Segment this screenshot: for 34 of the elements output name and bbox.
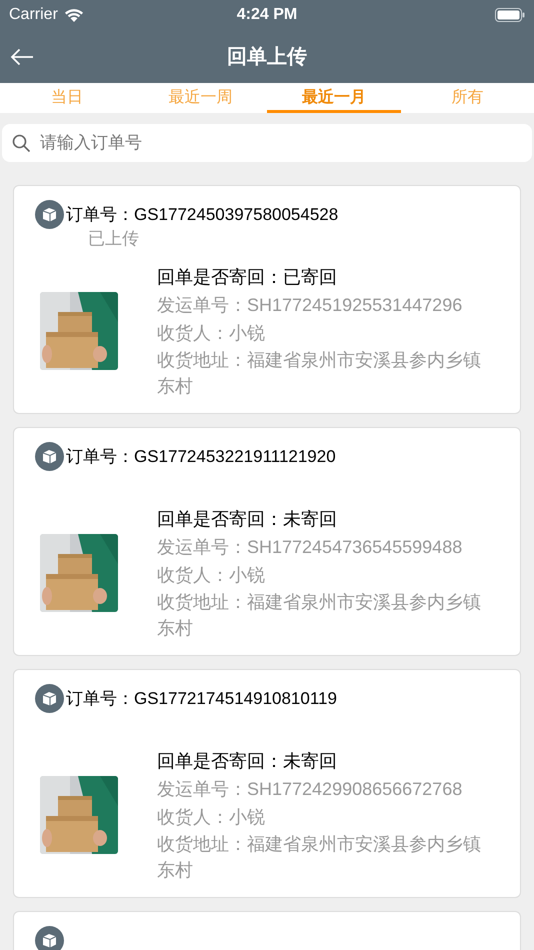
tab[interactable]: 所有 [400, 83, 534, 113]
carrier-label: Carrier [9, 5, 58, 25]
tab[interactable]: 最近一周 [134, 83, 267, 113]
tab[interactable]: 最近一月 [267, 83, 400, 113]
delivery-address: 收货地址：福建省泉州市安溪县参内乡镇东村 [157, 349, 482, 398]
consignee: 收货人：小锐 [157, 564, 266, 587]
search-field[interactable]: 请输入订单号 [2, 124, 532, 162]
box-icon [35, 200, 64, 229]
order-card[interactable]: 订单号：GS1772174514910810119 回单是否寄回：未寄回 发运单号：SH1772429908656672768 收货人：小锐 收货地址：福建省泉州市安溪县参内乡镇东村 [13, 669, 521, 898]
return-status: 回单是否寄回：未寄回 [157, 508, 338, 531]
tab[interactable]: 当日 [0, 83, 134, 113]
order-number: 订单号：GS1772450397580054528 [66, 204, 338, 226]
box-icon [35, 926, 64, 950]
return-status: 回单是否寄回：未寄回 [157, 750, 338, 773]
shipment-number: 发运单号：SH1772429908656672768 [157, 778, 464, 801]
search-icon [12, 134, 31, 153]
clock-time: 4:24 PM [236, 5, 298, 25]
upload-status: 已上传 [88, 229, 139, 249]
shipment-number: 发运单号：SH1772451925531447296 [157, 294, 464, 317]
order-card[interactable]: 订单号：GS1772450397580054528 已上传 回单是否寄回：已寄回 发运单号：SH1772451925531447296 收货人：小锐 收货地址：福建省泉州市安溪县参内乡镇东村 [13, 185, 521, 414]
box-icon [35, 442, 64, 471]
wifi-icon [64, 8, 84, 22]
consignee: 收货人：小锐 [157, 806, 266, 829]
page-title: 回单上传 [227, 44, 307, 70]
delivery-address: 收货地址：福建省泉州市安溪县参内乡镇东村 [157, 833, 482, 882]
delivery-address: 收货地址：福建省泉州市安溪县参内乡镇东村 [157, 591, 482, 640]
box-icon [35, 684, 64, 713]
return-status: 回单是否寄回：已寄回 [157, 266, 338, 289]
battery-icon [495, 8, 525, 22]
order-number: 订单号：GS1772174514910810119 [66, 688, 337, 710]
shipment-number: 发运单号：SH1772454736545599488 [157, 536, 464, 559]
consignee: 收货人：小锐 [157, 322, 266, 345]
order-number: 订单号：GS1772453221911121920 [66, 446, 336, 468]
order-card[interactable]: 订单号：GS1772453221911121920 回单是否寄回：未寄回 发运单号：SH1772454736545599488 收货人：小锐 收货地址：福建省泉州市安溪县参内乡镇东村 [13, 427, 521, 656]
